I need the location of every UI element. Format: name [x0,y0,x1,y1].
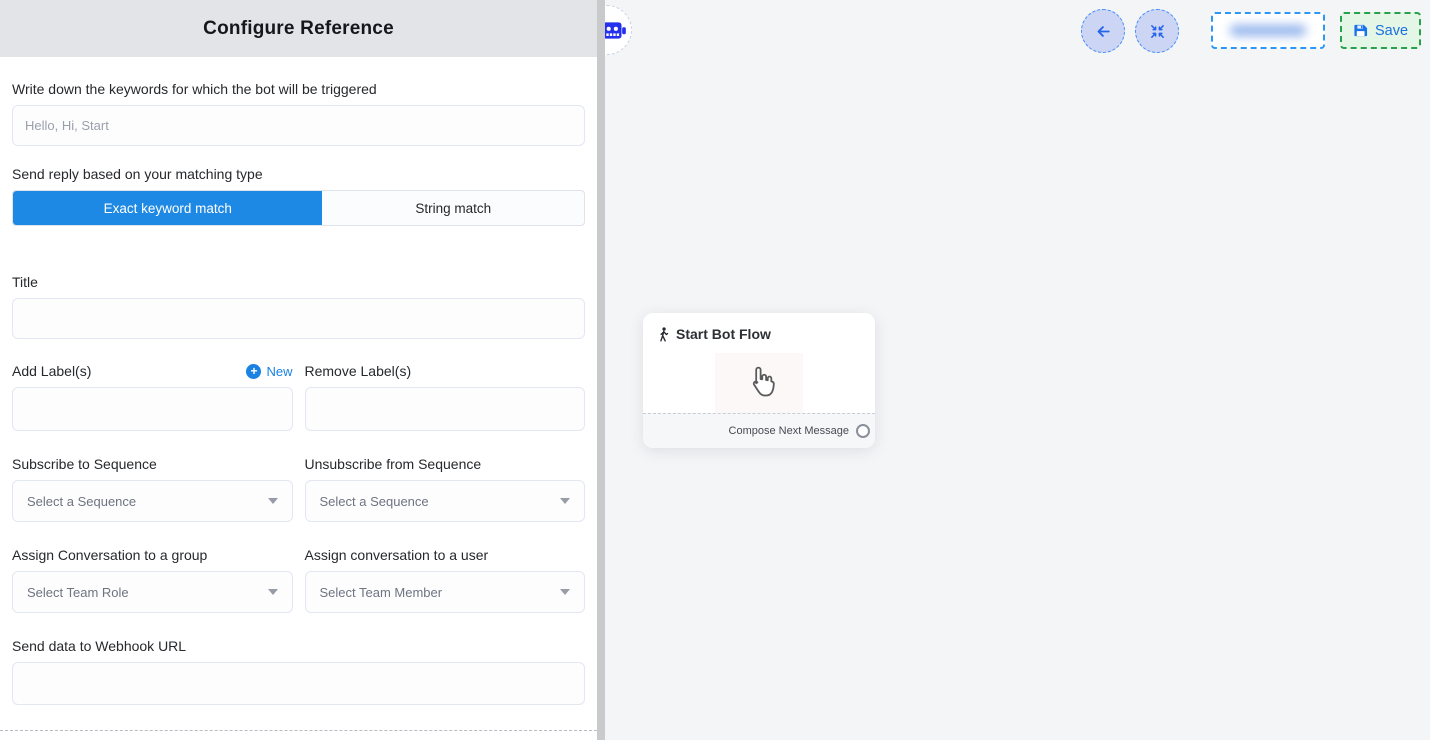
webhook-label: Send data to Webhook URL [12,638,585,654]
assignment-section: Assign Conversation to a group Select Te… [12,547,585,613]
matching-type-section: Send reply based on your matching type E… [12,166,585,226]
arrow-left-icon [1094,22,1113,41]
node-header: Start Bot Flow [643,313,875,342]
plus-circle-icon: + [246,364,261,379]
bot-avatar-bubble[interactable] [605,5,632,55]
panel-bottom-divider [0,730,597,731]
unsubscribe-sequence-value: Select a Sequence [320,494,429,509]
sequence-section: Subscribe to Sequence Select a Sequence … [12,456,585,522]
walking-person-icon [657,327,670,342]
unsubscribe-sequence-label: Unsubscribe from Sequence [305,456,586,472]
assign-group-value: Select Team Role [27,585,129,600]
save-button-label: Save [1375,23,1408,39]
configure-reference-panel: Configure Reference Write down the keywo… [0,0,597,740]
matching-type-tabs: Exact keyword match String match [12,190,585,226]
webhook-section: Send data to Webhook URL [12,638,585,705]
assign-user-value: Select Team Member [320,585,443,600]
next-message-port[interactable] [856,424,870,438]
remove-labels-label: Remove Label(s) [305,363,412,379]
subscribe-sequence-value: Select a Sequence [27,494,136,509]
compress-arrows-icon [1149,23,1166,40]
unsubscribe-sequence-select[interactable]: Select a Sequence [305,480,586,522]
remove-labels-column: Remove Label(s) [305,363,586,431]
title-input[interactable] [12,298,585,339]
node-title: Start Bot Flow [676,326,771,342]
subscribe-sequence-label: Subscribe to Sequence [12,456,293,472]
add-labels-input[interactable] [12,387,293,431]
assign-user-select[interactable]: Select Team Member [305,571,586,613]
tab-string-match[interactable]: String match [322,191,584,225]
chevron-down-icon [268,589,278,595]
chevron-down-icon [560,498,570,504]
webhook-input[interactable] [12,662,585,705]
tab-exact-keyword-match[interactable]: Exact keyword match [13,191,322,225]
title-label: Title [12,274,585,290]
compose-next-message-label: Compose Next Message [729,425,849,437]
add-labels-column: Add Label(s) + New [12,363,293,431]
keywords-section: Write down the keywords for which the bo… [12,81,585,146]
new-label-text: New [266,364,292,379]
remove-labels-input[interactable] [305,387,586,431]
panel-scrollbar[interactable] [597,0,605,740]
chevron-down-icon [560,589,570,595]
subscribe-sequence-select[interactable]: Select a Sequence [12,480,293,522]
matching-type-label: Send reply based on your matching type [12,166,585,182]
assign-group-select[interactable]: Select Team Role [12,571,293,613]
robot-icon [605,19,628,43]
flow-canvas[interactable]: Save Start Bot Flow Compose Next Message [605,0,1430,740]
assign-group-label: Assign Conversation to a group [12,547,293,563]
back-button[interactable] [1081,9,1125,53]
keywords-input[interactable] [12,105,585,146]
fit-view-button[interactable] [1135,9,1179,53]
node-drag-hint [715,353,803,413]
title-section: Title [12,274,585,339]
new-label-button[interactable]: + New [246,364,292,379]
panel-body: Write down the keywords for which the bo… [0,57,597,705]
keywords-label: Write down the keywords for which the bo… [12,81,585,97]
node-footer: Compose Next Message [643,413,875,448]
redacted-button-label [1230,25,1306,36]
assign-user-label: Assign conversation to a user [305,547,586,563]
floppy-disk-icon [1353,23,1368,38]
panel-header: Configure Reference [0,0,597,57]
start-bot-flow-node[interactable]: Start Bot Flow Compose Next Message [643,313,875,448]
save-button[interactable]: Save [1340,12,1421,49]
page-title: Configure Reference [203,18,394,40]
hand-pointer-cursor-icon [743,363,776,403]
add-labels-label: Add Label(s) [12,363,91,379]
labels-section: Add Label(s) + New Remove Label(s) [12,363,585,431]
chevron-down-icon [268,498,278,504]
redacted-toolbar-button[interactable] [1211,12,1325,49]
